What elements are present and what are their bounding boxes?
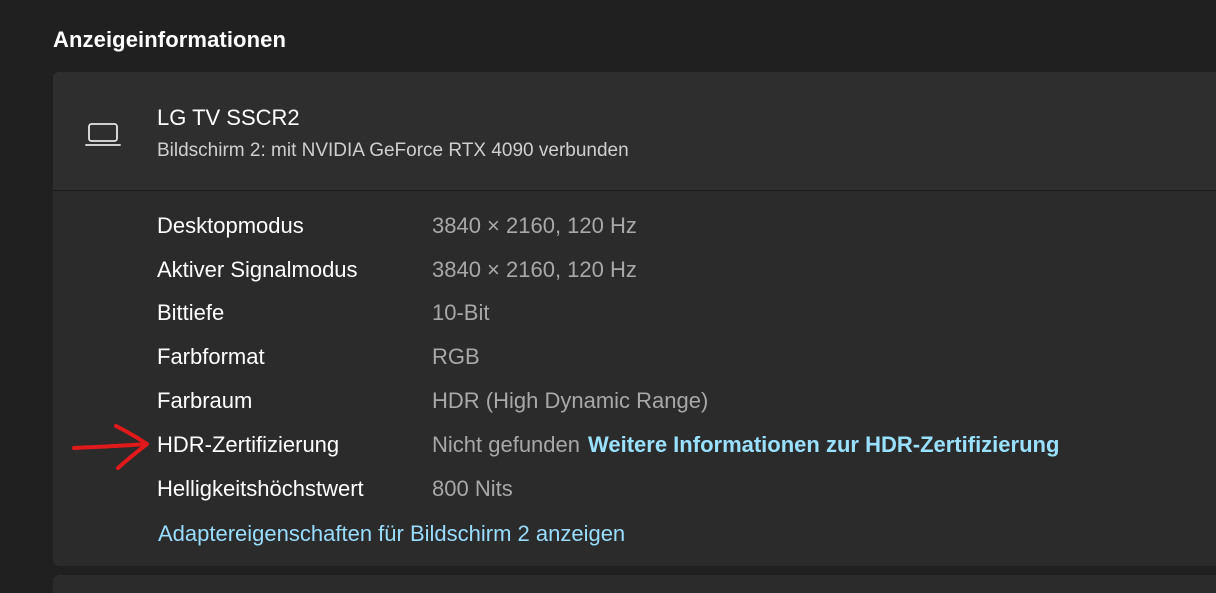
property-value: 3840 × 2160, 120 Hz [432, 256, 637, 282]
adapter-properties-link[interactable]: Adaptereigenschaften für Bildschirm 2 an… [158, 521, 625, 547]
property-value: 10-Bit [432, 300, 490, 326]
property-row-signalmodus: Aktiver Signalmodus 3840 × 2160, 120 Hz [157, 248, 1216, 292]
property-label: Bittiefe [157, 300, 225, 326]
property-value: RGB [432, 344, 480, 370]
property-label: Farbformat [157, 344, 265, 370]
hdr-certification-info-link[interactable]: Weitere Informationen zur HDR-Zertifizie… [588, 432, 1059, 458]
display-subtitle: Bildschirm 2: mit NVIDIA GeForce RTX 409… [157, 140, 629, 161]
property-label: HDR-Zertifizierung [157, 431, 340, 457]
display-name: LG TV SSCR2 [157, 105, 300, 130]
laptop-icon [85, 123, 121, 146]
display-header: LG TV SSCR2 Bildschirm 2: mit NVIDIA GeF… [53, 72, 1216, 191]
section-title: Anzeigeinformationen [53, 27, 287, 52]
property-row-farbformat: Farbformat RGB [157, 335, 1216, 379]
next-card [53, 575, 1216, 593]
property-row-farbraum: Farbraum HDR (High Dynamic Range) [157, 379, 1216, 423]
red-arrow-annotation [72, 424, 149, 470]
property-row-desktopmodus: Desktopmodus 3840 × 2160, 120 Hz [157, 204, 1216, 248]
display-info-page: Anzeigeinformationen LG TV SSCR2 Bildsch… [0, 0, 1216, 593]
property-label: Farbraum [157, 388, 253, 414]
property-value: 3840 × 2160, 120 Hz [432, 212, 637, 238]
property-label: Aktiver Signalmodus [157, 256, 358, 282]
display-info-card: LG TV SSCR2 Bildschirm 2: mit NVIDIA GeF… [53, 72, 1216, 566]
property-value: HDR (High Dynamic Range) [432, 388, 709, 414]
property-value: Nicht gefunden [432, 431, 580, 457]
property-row-helligkeit: Helligkeitshöchstwert 800 Nits [157, 467, 1216, 511]
properties-list: Desktopmodus 3840 × 2160, 120 Hz Aktiver… [157, 204, 1216, 511]
property-label: Helligkeitshöchstwert [157, 475, 364, 501]
property-label: Desktopmodus [157, 212, 304, 238]
property-row-hdr-zertifizierung: HDR-Zertifizierung Nicht gefunden Weiter… [157, 423, 1216, 467]
property-value: 800 Nits [432, 475, 513, 501]
property-row-bittiefe: Bittiefe 10-Bit [157, 292, 1216, 336]
